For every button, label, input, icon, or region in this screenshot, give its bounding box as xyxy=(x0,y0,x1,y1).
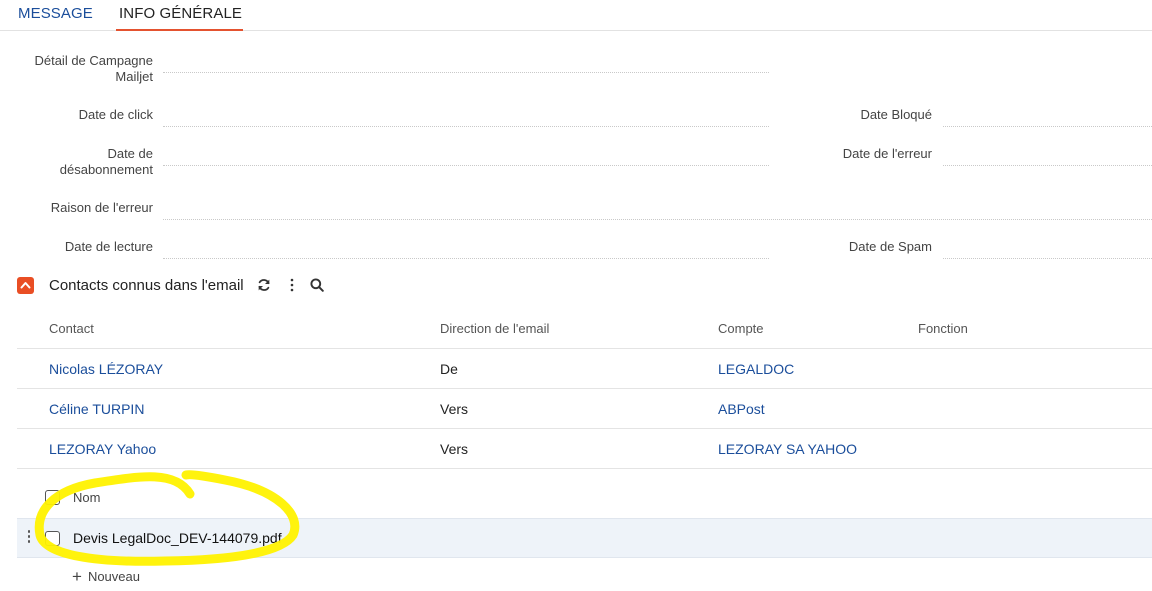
collapse-button[interactable] xyxy=(17,276,34,294)
attachments-header: Nom xyxy=(17,478,1152,518)
section-title: Contacts connus dans l'email xyxy=(49,276,244,294)
contact-link[interactable]: Nicolas LÉZORAY xyxy=(49,361,163,377)
column-header-direction[interactable]: Direction de l'email xyxy=(440,321,549,336)
field-label-raison-erreur: Raison de l'erreur xyxy=(50,200,153,215)
field-label-date-lecture: Date de lecture xyxy=(64,239,153,254)
tab-info-generale[interactable]: INFO GÉNÉRALE xyxy=(116,5,243,31)
contact-link[interactable]: Céline TURPIN xyxy=(49,401,144,417)
field-label-detail-campagne: Détail de Campagne Mailjet xyxy=(10,53,153,85)
compte-link[interactable]: ABPost xyxy=(718,401,765,417)
tab-message[interactable]: MESSAGE xyxy=(18,5,93,31)
field-label-line: Date de xyxy=(107,146,153,161)
direction-value: Vers xyxy=(440,441,469,457)
field-label-date-spam: Date de Spam xyxy=(848,239,932,254)
field-value-date-erreur[interactable] xyxy=(943,165,1152,166)
compte-link[interactable]: LEZORAY SA YAHOO xyxy=(718,441,857,457)
field-value-detail-campagne[interactable] xyxy=(163,72,769,73)
table-bottom-divider xyxy=(17,468,1152,469)
direction-value: Vers xyxy=(440,401,469,417)
select-all-checkbox[interactable] xyxy=(45,490,60,505)
add-new-label: Nouveau xyxy=(87,569,140,584)
compte-link[interactable]: LEGALDOC xyxy=(718,361,794,377)
refresh-icon[interactable] xyxy=(256,277,272,293)
field-label-date-bloque: Date Bloqué xyxy=(860,107,932,122)
field-value-date-bloque[interactable] xyxy=(943,126,1152,127)
table-row[interactable]: Nicolas LÉZORAY De LEGALDOC xyxy=(17,348,1152,388)
table-row[interactable]: Céline TURPIN Vers ABPost xyxy=(17,388,1152,428)
field-label-date-desabonnement: Date de désabonnement xyxy=(10,146,153,178)
field-label-line: désabonnement xyxy=(59,162,153,177)
column-header-compte[interactable]: Compte xyxy=(718,321,764,336)
field-label-date-erreur: Date de l'erreur xyxy=(842,146,932,161)
plus-icon: + xyxy=(72,566,82,586)
field-label-date-click: Date de click xyxy=(78,107,153,122)
kebab-menu-icon[interactable] xyxy=(284,277,300,293)
field-label-line: Détail de Campagne xyxy=(34,53,153,68)
field-value-date-click[interactable] xyxy=(163,126,769,127)
field-value-raison-erreur[interactable] xyxy=(163,219,1152,220)
field-value-date-spam[interactable] xyxy=(943,258,1152,259)
add-new-button[interactable]: + Nouveau xyxy=(72,566,140,586)
column-header-nom[interactable]: Nom xyxy=(73,490,100,505)
field-value-date-desabonnement[interactable] xyxy=(163,165,769,166)
chevron-up-icon xyxy=(20,281,31,288)
table-row[interactable]: LEZORAY Yahoo Vers LEZORAY SA YAHOO xyxy=(17,428,1152,468)
column-header-fonction[interactable]: Fonction xyxy=(918,321,968,336)
contact-link[interactable]: LEZORAY Yahoo xyxy=(49,441,156,457)
search-icon[interactable] xyxy=(309,277,325,293)
contacts-section-header: Contacts connus dans l'email xyxy=(17,274,325,296)
attachment-name[interactable]: Devis LegalDoc_DEV-144079.pdf xyxy=(73,530,282,546)
column-header-contact[interactable]: Contact xyxy=(49,321,94,336)
attachment-checkbox[interactable] xyxy=(45,531,60,546)
field-value-date-lecture[interactable] xyxy=(163,258,769,259)
attachment-row[interactable]: Devis LegalDoc_DEV-144079.pdf xyxy=(17,518,1152,558)
direction-value: De xyxy=(440,361,458,377)
field-label-line: Mailjet xyxy=(115,69,153,84)
row-kebab-menu-icon[interactable] xyxy=(25,530,33,546)
tab-bar: MESSAGE INFO GÉNÉRALE xyxy=(0,0,1152,31)
